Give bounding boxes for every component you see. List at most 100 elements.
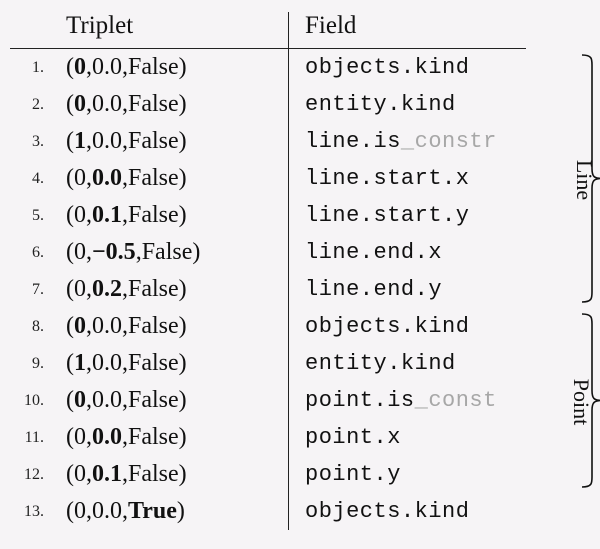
triplet-c: False — [128, 276, 179, 303]
row-index-label: 12. — [24, 466, 44, 484]
paren-close: ) — [179, 313, 187, 340]
triplet-c: False — [128, 128, 179, 155]
triplet-cell: (0, 0.0, False) — [54, 308, 288, 345]
row-index: 4. — [10, 160, 54, 197]
triplet-a: 0 — [74, 54, 86, 81]
triplet-a: 0 — [74, 424, 86, 451]
row-index-label: 6. — [32, 244, 44, 262]
triplet-cell: (0, 0.0, False) — [54, 419, 288, 456]
triplet-cell: (1, 0.0, False) — [54, 345, 288, 382]
column-header-triplet: Triplet — [54, 12, 288, 49]
triplet-a: 0 — [74, 313, 86, 340]
triplet-b: 0.0 — [92, 313, 122, 340]
paren-open: ( — [66, 128, 74, 155]
row-index-label: 7. — [32, 281, 44, 299]
field-main: entity.kind — [305, 92, 456, 117]
triplet-a: 1 — [74, 128, 86, 155]
triplet-b: 0.0 — [92, 424, 122, 451]
paren-open: ( — [66, 350, 74, 377]
field-cell: point.x — [288, 419, 526, 456]
row-index-label: 1. — [32, 59, 44, 77]
paren-open: ( — [66, 313, 74, 340]
paren-close: ) — [179, 54, 187, 81]
row-index: 7. — [10, 271, 54, 308]
header-field-label: Field — [305, 12, 356, 40]
paren-close: ) — [179, 350, 187, 377]
field-main: objects.kind — [305, 499, 469, 524]
row-index: 12. — [10, 456, 54, 493]
triplet-cell: (0, 0.0, False) — [54, 160, 288, 197]
field-dim: _constr — [401, 129, 497, 154]
field-cell: line.end.y — [288, 271, 526, 308]
triplet-b: 0.0 — [92, 350, 122, 377]
triplet-cell: (1, 0.0, False) — [54, 123, 288, 160]
triplet-c: False — [128, 165, 179, 192]
paren-open: ( — [66, 498, 74, 525]
triplet-a: 0 — [74, 498, 86, 525]
row-index: 11. — [10, 419, 54, 456]
field-main: objects.kind — [305, 55, 469, 80]
paren-close: ) — [179, 165, 187, 192]
row-index-label: 11. — [25, 429, 44, 447]
paren-open: ( — [66, 239, 74, 266]
paren-close: ) — [192, 239, 200, 266]
triplet-c: False — [128, 202, 179, 229]
triplet-a: 1 — [74, 350, 86, 377]
paren-open: ( — [66, 387, 74, 414]
field-main: line.is — [305, 129, 401, 154]
field-main: line.end.x — [305, 240, 442, 265]
field-main: line.end.y — [305, 277, 442, 302]
field-dim: _const — [415, 388, 497, 413]
field-cell: line.end.x — [288, 234, 526, 271]
triplet-c: False — [142, 239, 193, 266]
field-cell: line.start.y — [288, 197, 526, 234]
triplet-c: False — [128, 91, 179, 118]
paren-open: ( — [66, 165, 74, 192]
row-index: 10. — [10, 382, 54, 419]
paren-close: ) — [179, 128, 187, 155]
field-cell: line.start.x — [288, 160, 526, 197]
paren-close: ) — [179, 461, 187, 488]
field-cell: objects.kind — [288, 308, 526, 345]
paren-close: ) — [179, 202, 187, 229]
triplet-b: 0.0 — [92, 91, 122, 118]
triplet-cell: (0, 0.0, True) — [54, 493, 288, 530]
field-cell: objects.kind — [288, 493, 526, 530]
row-index-label: 13. — [24, 503, 44, 521]
field-cell: point.y — [288, 456, 526, 493]
row-index-label: 3. — [32, 133, 44, 151]
triplet-a: 0 — [74, 202, 86, 229]
triplet-b: 0.0 — [92, 387, 122, 414]
triplet-cell: (0, 0.0, False) — [54, 382, 288, 419]
column-header-field: Field — [288, 12, 526, 49]
field-cell: objects.kind — [288, 49, 526, 86]
triplet-a: 0 — [74, 239, 86, 266]
field-main: point.x — [305, 425, 401, 450]
triplet-c: False — [128, 54, 179, 81]
field-cell: entity.kind — [288, 86, 526, 123]
paren-close: ) — [179, 276, 187, 303]
field-cell: line.is_constr — [288, 123, 526, 160]
row-index: 5. — [10, 197, 54, 234]
row-index: 9. — [10, 345, 54, 382]
row-index: 2. — [10, 86, 54, 123]
triplet-field-table: Triplet Field 1.(0, 0.0, False)objects.k… — [10, 12, 590, 530]
row-index: 8. — [10, 308, 54, 345]
field-main: point.y — [305, 462, 401, 487]
paren-close: ) — [179, 387, 187, 414]
triplet-cell: (0, 0.0, False) — [54, 86, 288, 123]
paren-open: ( — [66, 91, 74, 118]
row-index-label: 5. — [32, 207, 44, 225]
triplet-c: False — [128, 461, 179, 488]
triplet-b: −0.5 — [92, 239, 136, 266]
triplet-b: 0.2 — [92, 276, 122, 303]
triplet-cell: (0, 0.1, False) — [54, 456, 288, 493]
paren-close: ) — [177, 498, 185, 525]
paren-open: ( — [66, 202, 74, 229]
field-main: line.start.x — [305, 166, 469, 191]
triplet-c: True — [128, 498, 177, 525]
header-triplet-label: Triplet — [66, 12, 133, 40]
triplet-a: 0 — [74, 91, 86, 118]
field-main: point.is — [305, 388, 415, 413]
triplet-b: 0.0 — [92, 165, 122, 192]
